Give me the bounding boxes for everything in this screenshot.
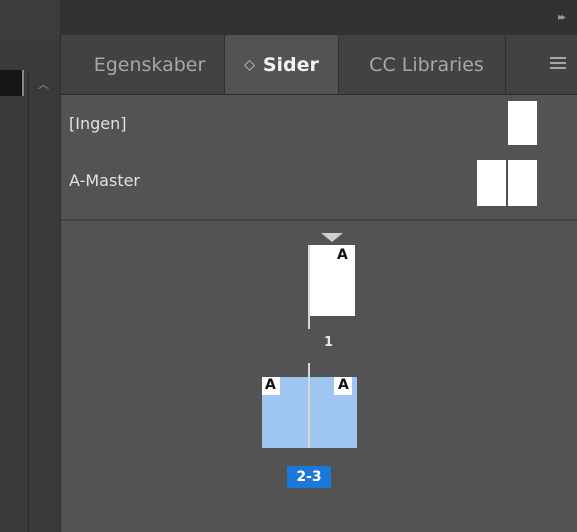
master-thumbnail-left[interactable] xyxy=(477,160,506,206)
master-item-a-master[interactable]: A-Master xyxy=(61,155,577,211)
master-letter: A xyxy=(337,247,348,263)
page-number: 1 xyxy=(324,335,334,350)
master-thumbnail-right[interactable] xyxy=(508,160,537,206)
document-edge xyxy=(0,70,24,96)
tab-sider[interactable]: ◇ Sider xyxy=(225,35,338,94)
tab-divider xyxy=(505,35,506,94)
page-thumbnail-1[interactable]: A xyxy=(310,245,355,316)
master-letter-box: A xyxy=(262,377,280,395)
master-letter: A xyxy=(338,377,349,393)
vertical-scrollbar[interactable]: ︿ xyxy=(28,70,59,532)
panel-menu-icon[interactable] xyxy=(550,57,566,69)
document-area: ︿ xyxy=(0,0,60,532)
tab-label: CC Libraries xyxy=(369,53,484,76)
spine-line xyxy=(308,363,310,448)
master-label: [Ingen] xyxy=(69,114,127,133)
panel-tabbar: Egenskaber ◇ Sider CC Libraries xyxy=(61,35,577,95)
scroll-up-icon[interactable]: ︿ xyxy=(38,79,49,90)
collapse-panel-icon[interactable]: ▸▸ xyxy=(558,12,566,23)
tab-egenskaber[interactable]: Egenskaber xyxy=(80,35,219,94)
master-item-none[interactable]: [Ingen] xyxy=(61,95,577,151)
pages-panel: ▸▸ Egenskaber ◇ Sider CC Libraries [Inge… xyxy=(60,0,577,532)
master-label: A-Master xyxy=(69,171,141,190)
selected-spread-number[interactable]: 2-3 xyxy=(287,466,331,488)
tab-divider xyxy=(338,35,339,94)
tab-label: Sider xyxy=(262,53,319,76)
tab-label: Egenskaber xyxy=(93,53,206,76)
sort-arrows-icon: ◇ xyxy=(244,56,255,73)
masters-section: [Ingen] A-Master xyxy=(61,95,577,219)
spread-thumbnail-2-3[interactable]: A A xyxy=(262,363,357,448)
pages-area: A 1 A A 2-3 xyxy=(61,221,577,532)
master-letter-box: A xyxy=(334,377,352,395)
master-letter: A xyxy=(265,377,276,393)
master-thumbnail[interactable] xyxy=(508,101,537,145)
first-page-marker-icon xyxy=(321,233,343,242)
document-top-bar xyxy=(0,0,60,40)
tab-cc-libraries[interactable]: CC Libraries xyxy=(349,35,504,94)
panel-header: ▸▸ xyxy=(61,0,577,35)
